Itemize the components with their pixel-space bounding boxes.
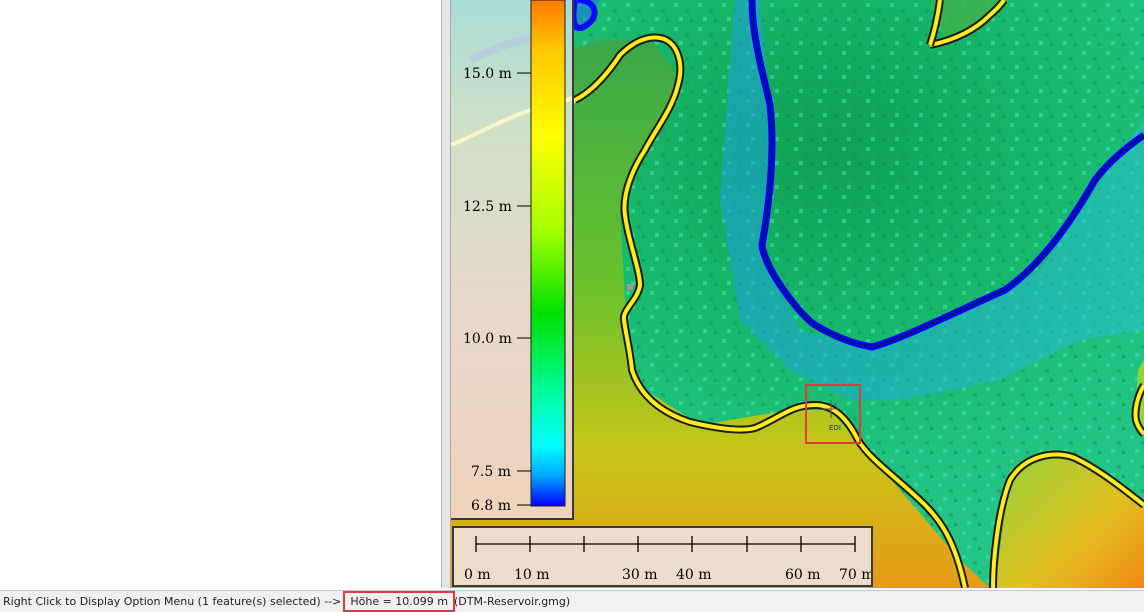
left-panel [0,0,442,588]
legend-label-12-5: 12.5 m [463,199,512,215]
panel-splitter[interactable] [442,0,451,588]
legend-label-6-8: 6.8 m [471,498,511,514]
status-message: Right Click to Display Option Menu (1 fe… [3,595,342,608]
color-ramp [530,0,566,507]
legend-label-10: 10.0 m [463,331,512,347]
legend-label-7-5: 7.5 m [471,464,511,480]
status-file-name: (DTM-Reservoir.gmg) [454,595,571,608]
legend-label-15: 15.0 m [463,66,512,82]
scale-label-60: 60 m [785,567,821,583]
cursor-highlight-box [805,384,861,444]
status-bar: Right Click to Display Option Menu (1 fe… [0,590,1144,612]
elevation-legend: 15.0 m 12.5 m 10.0 m 7.5 m 6.8 m [451,0,574,520]
scale-label-70: 70 m [839,567,871,583]
height-readout: Höhe = 10.099 m [343,591,456,612]
scale-bar: 0 m 10 m 30 m 40 m 60 m 70 m [452,526,875,587]
scale-label-30: 30 m [622,567,658,583]
scale-label-0: 0 m [464,567,491,583]
scale-label-10: 10 m [514,567,550,583]
scale-label-40: 40 m [676,567,712,583]
